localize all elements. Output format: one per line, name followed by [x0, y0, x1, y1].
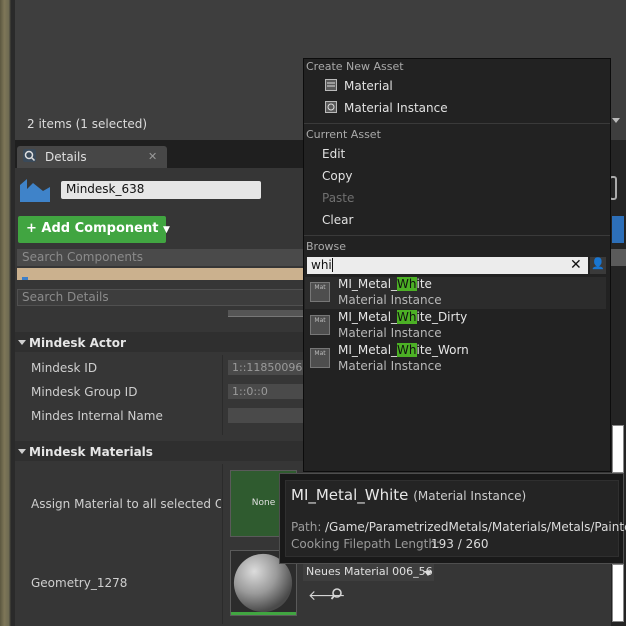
column-divider[interactable] — [222, 464, 223, 624]
asset-type: Material Instance — [338, 326, 442, 340]
search-details-input[interactable]: Search Details — [17, 289, 307, 306]
menu-item-material[interactable]: Material — [344, 79, 393, 93]
prop-value-internal-name[interactable] — [228, 408, 308, 423]
actor-name-field[interactable]: Mindesk_638 — [61, 181, 261, 199]
tooltip-path-label: Path: — [291, 520, 322, 534]
category-title: Mindesk Materials — [29, 445, 153, 459]
asset-type: Material Instance — [338, 293, 442, 307]
menu-item-material-instance[interactable]: Material Instance — [344, 101, 448, 115]
close-tab-icon[interactable]: ✕ — [148, 150, 157, 163]
search-highlight: Wh — [397, 310, 417, 324]
blueprint-button[interactable] — [612, 216, 624, 243]
asset-search-input[interactable]: whi — [307, 257, 588, 274]
scrollbar-thumb[interactable] — [612, 425, 624, 473]
asset-name: MI_Metal_White — [338, 277, 432, 291]
prop-label-geometry: Geometry_1278 — [31, 576, 128, 590]
browse-search-icon[interactable] — [330, 586, 346, 602]
asset-type: Material Instance — [338, 359, 442, 373]
tab-details[interactable] — [17, 146, 167, 168]
prop-label-assign-material: Assign Material to all selected Objects — [31, 497, 221, 511]
component-tree-marker — [22, 277, 28, 280]
menu-item-paste[interactable]: Paste — [322, 191, 354, 205]
asset-name: MI_Metal_White_Dirty — [338, 310, 468, 324]
category-mindesk-actor[interactable]: Mindesk Actor — [15, 332, 310, 352]
menu-item-copy[interactable]: Copy — [322, 169, 352, 183]
clear-search-icon[interactable]: ✕ — [570, 257, 582, 273]
tooltip-cook-label: Cooking Filepath Length: — [291, 537, 440, 551]
chevron-down-icon[interactable] — [424, 571, 432, 576]
asset-thumbnail: Mat — [310, 282, 330, 302]
property-row-stub — [228, 310, 308, 317]
menu-header-browse: Browse — [306, 240, 347, 253]
material-icon — [325, 79, 337, 91]
menu-header-create: Create New Asset — [306, 60, 404, 73]
column-divider[interactable] — [222, 355, 223, 435]
actor-class-icon — [20, 179, 50, 202]
prop-value-mindesk-id[interactable]: 1::1185009652 — [228, 360, 308, 375]
menu-separator — [304, 235, 610, 236]
category-title: Mindesk Actor — [29, 336, 126, 350]
menu-header-current: Current Asset — [306, 128, 381, 141]
asset-search-value: whi — [311, 258, 332, 272]
material-instance-icon — [325, 101, 337, 113]
category-mindesk-materials[interactable]: Mindesk Materials — [15, 441, 310, 461]
chevron-down-icon: ▼ — [162, 225, 170, 235]
tooltip-title-type: (Material Instance) — [413, 489, 527, 503]
component-tree-root-row[interactable] — [17, 268, 307, 280]
tab-details-label: Details — [45, 150, 87, 164]
prop-value-mindesk-group-id[interactable]: 1::0::0 — [228, 384, 308, 399]
expand-triangle-icon — [18, 340, 26, 345]
search-icon[interactable] — [611, 249, 626, 266]
asset-list-item[interactable]: Mat MI_Metal_White Material Instance — [305, 277, 606, 309]
material-combo[interactable]: Neues Material 006_56 — [303, 564, 434, 581]
prop-label-mindesk-group-id: Mindesk Group ID — [31, 385, 138, 399]
search-components-input[interactable]: Search Components — [17, 249, 307, 266]
menu-item-clear[interactable]: Clear — [322, 213, 353, 227]
asset-thumbnail: Mat — [310, 315, 330, 335]
scrollbar-thumb[interactable] — [612, 564, 624, 622]
tooltip-title: MI_Metal_White (Material Instance) — [291, 486, 527, 504]
material-thumbnail-underline — [231, 612, 296, 615]
asset-list-item[interactable]: Mat MI_Metal_White_Worn Material Instanc… — [305, 343, 606, 375]
viewport-edge — [0, 0, 11, 626]
tooltip-cook-value: 193 / 260 — [431, 537, 489, 551]
add-component-button[interactable]: + Add Component ▼ — [18, 216, 170, 243]
expand-triangle-icon — [18, 449, 26, 454]
menu-separator — [304, 123, 610, 124]
asset-list-item[interactable]: Mat MI_Metal_White_Dirty Material Instan… — [305, 310, 606, 342]
tooltip-path: /Game/ParametrizedMetals/Materials/Metal… — [325, 520, 626, 534]
outliner-items-count: 2 items (1 selected) — [27, 117, 148, 131]
details-magnifier-icon — [23, 149, 36, 162]
search-highlight: Wh — [397, 343, 417, 357]
asset-thumbnail: Mat — [310, 348, 330, 368]
menu-item-edit[interactable]: Edit — [322, 147, 345, 161]
asset-name: MI_Metal_White_Worn — [338, 343, 469, 357]
text-caret — [331, 258, 333, 272]
search-highlight: Wh — [397, 277, 417, 291]
prop-label-mindesk-id: Mindesk ID — [31, 361, 98, 375]
view-options-chevron-icon[interactable] — [612, 118, 620, 123]
add-component-label: + Add Component — [26, 221, 159, 236]
person-filter-icon[interactable]: 👤 — [590, 257, 606, 274]
prop-label-internal-name: Mindes Internal Name — [31, 409, 163, 423]
